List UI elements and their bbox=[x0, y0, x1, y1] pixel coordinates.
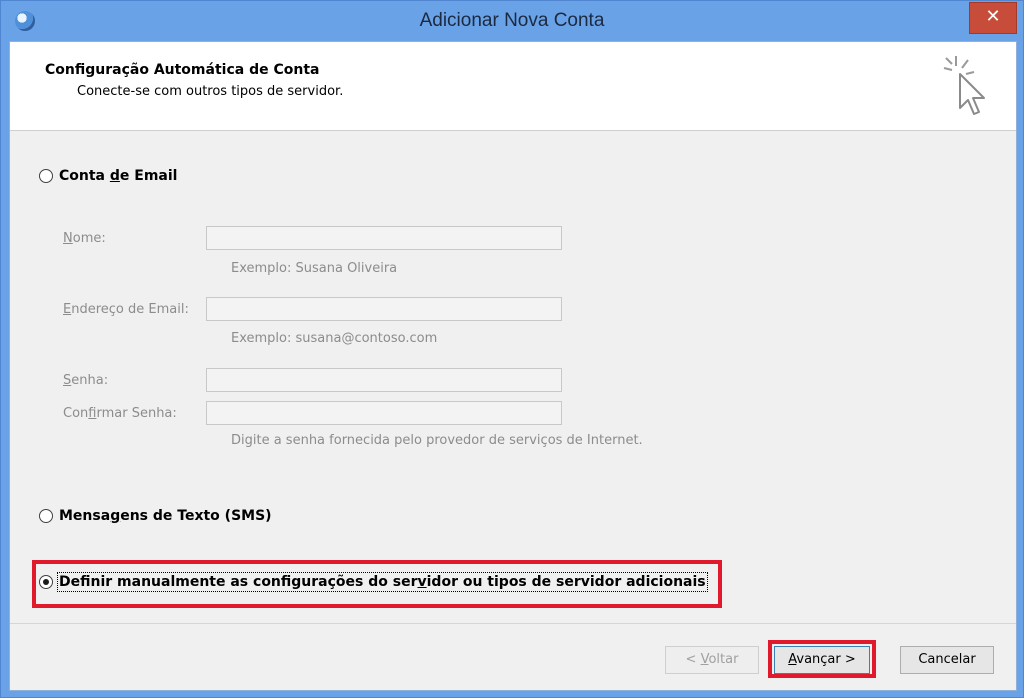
close-button[interactable]: ✕ bbox=[969, 2, 1017, 34]
manual-setup-option[interactable]: Definir manualmente as configurações do … bbox=[39, 572, 708, 592]
title-bar[interactable]: Adicionar Nova Conta ✕ bbox=[1, 1, 1023, 41]
name-field[interactable] bbox=[206, 226, 562, 250]
name-hint: Exemplo: Susana Oliveira bbox=[231, 261, 398, 276]
confirm-password-field[interactable] bbox=[206, 401, 562, 425]
window-title: Adicionar Nova Conta bbox=[419, 10, 605, 31]
header-subtitle: Conecte-se com outros tipos de servidor. bbox=[77, 84, 344, 99]
email-account-radio[interactable] bbox=[39, 169, 53, 183]
email-label: Endereço de Email: bbox=[63, 302, 189, 317]
email-account-option[interactable]: Conta de Email bbox=[39, 168, 177, 184]
header-title: Configuração Automática de Conta bbox=[45, 62, 320, 78]
confirm-password-label: Confirmar Senha: bbox=[63, 406, 177, 421]
password-hint: Digite a senha fornecida pelo provedor d… bbox=[231, 433, 643, 448]
email-hint: Exemplo: susana@contoso.com bbox=[231, 331, 438, 346]
sms-label[interactable]: Mensagens de Texto (SMS) bbox=[59, 508, 272, 524]
auto-setup-cursor-icon bbox=[943, 56, 985, 115]
wizard-header: Configuração Automática de Conta Conecte… bbox=[10, 42, 1016, 131]
add-account-window: Adicionar Nova Conta ✕ Configuração Auto… bbox=[0, 0, 1024, 698]
dialog-client-area: Configuração Automática de Conta Conecte… bbox=[9, 41, 1017, 691]
next-button[interactable]: Avançar > bbox=[774, 646, 870, 674]
sms-option[interactable]: Mensagens de Texto (SMS) bbox=[39, 508, 272, 524]
password-field[interactable] bbox=[206, 368, 562, 392]
name-label: Nome: bbox=[63, 231, 106, 246]
sms-radio[interactable] bbox=[39, 509, 53, 523]
manual-setup-label[interactable]: Definir manualmente as configurações do … bbox=[57, 572, 708, 592]
cancel-button[interactable]: Cancelar bbox=[900, 646, 994, 674]
back-button[interactable]: < Voltar bbox=[665, 646, 759, 674]
manual-setup-radio[interactable] bbox=[39, 575, 53, 589]
footer-divider bbox=[10, 623, 1016, 624]
email-account-label[interactable]: Conta de Email bbox=[59, 168, 177, 184]
password-label: Senha: bbox=[63, 373, 109, 388]
email-field[interactable] bbox=[206, 297, 562, 321]
